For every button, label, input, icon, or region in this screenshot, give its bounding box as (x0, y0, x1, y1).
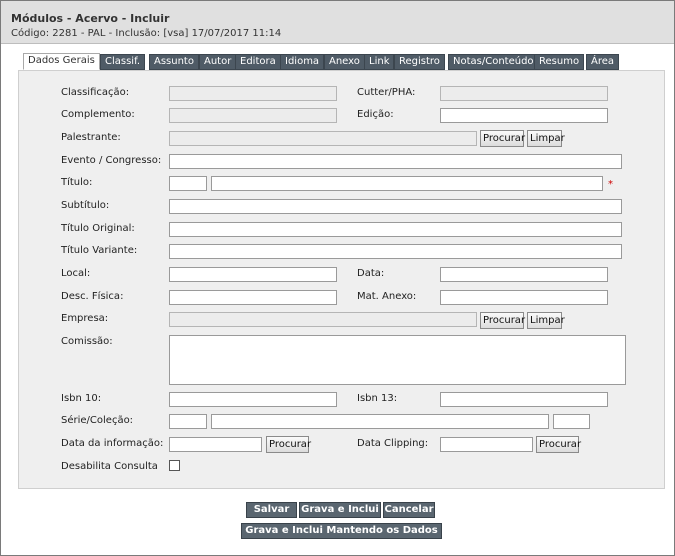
titulo-original-label: Título Original: (61, 223, 135, 234)
mat-anexo-label: Mat. Anexo: (357, 291, 417, 302)
local-field[interactable] (169, 267, 337, 282)
data-informacao-field[interactable] (169, 437, 262, 452)
empresa-procurar-button[interactable]: Procurar (480, 312, 525, 329)
tab-registro[interactable]: Registro (394, 54, 445, 70)
window-frame: Módulos - Acervo - Incluir Código: 2281 … (0, 0, 675, 556)
evento-label: Evento / Congresso: (61, 155, 162, 166)
desabilita-consulta-checkbox[interactable] (169, 460, 180, 471)
titulo-label: Título: (61, 177, 93, 188)
complemento-field[interactable] (169, 108, 337, 123)
titulo-prefix-field[interactable] (169, 176, 207, 191)
empresa-limpar-button[interactable]: Limpar (527, 312, 565, 329)
grava-inclui-button[interactable]: Grava e Inclui (299, 502, 381, 518)
serie-label: Série/Coleção: (61, 415, 134, 426)
isbn13-label: Isbn 13: (357, 393, 398, 404)
data-clipping-procurar-button[interactable]: Procurar (536, 436, 581, 453)
desabilita-consulta-label: Desabilita Consulta (61, 461, 158, 472)
comissao-textarea[interactable] (169, 335, 626, 385)
palestrante-procurar-button[interactable]: Procurar (480, 130, 525, 147)
edicao-label: Edição: (357, 109, 394, 120)
data-clipping-field[interactable] (440, 437, 533, 452)
form-panel: Classificação: Cutter/PHA: Complemento: … (18, 70, 665, 489)
tab-notas-conteudo[interactable]: Notas/Conteúdo (448, 54, 539, 70)
classificacao-label: Classificação: (61, 87, 130, 98)
titulo-variante-field[interactable] (169, 244, 622, 259)
comissao-label: Comissão: (61, 336, 113, 347)
titulo-variante-label: Título Variante: (61, 245, 138, 256)
tab-resumo[interactable]: Resumo (534, 54, 585, 70)
tab-editora[interactable]: Editora (235, 54, 281, 70)
cutter-field[interactable] (440, 86, 608, 101)
tab-idioma[interactable]: Idioma (280, 54, 325, 70)
subtitulo-label: Subtítulo: (61, 200, 110, 211)
required-marker: * (608, 179, 613, 190)
empresa-field[interactable] (169, 312, 477, 327)
empresa-label: Empresa: (61, 313, 109, 324)
palestrante-label: Palestrante: (61, 132, 121, 143)
evento-field[interactable] (169, 154, 622, 169)
titulo-original-field[interactable] (169, 222, 622, 237)
desc-fisica-field[interactable] (169, 290, 337, 305)
tab-anexo[interactable]: Anexo (324, 54, 365, 70)
complemento-label: Complemento: (61, 109, 135, 120)
serie-field[interactable] (211, 414, 549, 429)
serie-prefix-field[interactable] (169, 414, 207, 429)
grava-inclui-mantendo-button[interactable]: Grava e Inclui Mantendo os Dados (241, 523, 442, 539)
tab-link[interactable]: Link (364, 54, 395, 70)
data-informacao-label: Data da informação: (61, 438, 164, 449)
isbn10-field[interactable] (169, 392, 337, 407)
header-bar: Módulos - Acervo - Incluir Código: 2281 … (1, 1, 674, 44)
serie-number-field[interactable] (553, 414, 590, 429)
data-field[interactable] (440, 267, 608, 282)
palestrante-field[interactable] (169, 131, 477, 146)
tab-assunto[interactable]: Assunto (149, 54, 199, 70)
cancelar-button[interactable]: Cancelar (383, 502, 435, 518)
tab-autor[interactable]: Autor (199, 54, 237, 70)
desc-fisica-label: Desc. Física: (61, 291, 124, 302)
subtitulo-field[interactable] (169, 199, 622, 214)
data-label: Data: (357, 268, 385, 279)
tab-dados-gerais[interactable]: Dados Gerais (23, 53, 100, 70)
record-info: Código: 2281 - PAL - Inclusão: [vsa] 17/… (11, 28, 282, 39)
mat-anexo-field[interactable] (440, 290, 608, 305)
page-title: Módulos - Acervo - Incluir (11, 12, 170, 25)
titulo-field[interactable] (211, 176, 603, 191)
palestrante-limpar-button[interactable]: Limpar (527, 130, 565, 147)
data-informacao-procurar-button[interactable]: Procurar (266, 436, 311, 453)
classificacao-field[interactable] (169, 86, 337, 101)
cutter-label: Cutter/PHA: (357, 87, 416, 98)
isbn10-label: Isbn 10: (61, 393, 102, 404)
local-label: Local: (61, 268, 91, 279)
tab-classif[interactable]: Classif. (100, 54, 146, 70)
data-clipping-label: Data Clipping: (357, 438, 429, 449)
edicao-field[interactable] (440, 108, 608, 123)
tab-area[interactable]: Área (586, 54, 620, 70)
isbn13-field[interactable] (440, 392, 608, 407)
salvar-button[interactable]: Salvar (246, 502, 297, 518)
